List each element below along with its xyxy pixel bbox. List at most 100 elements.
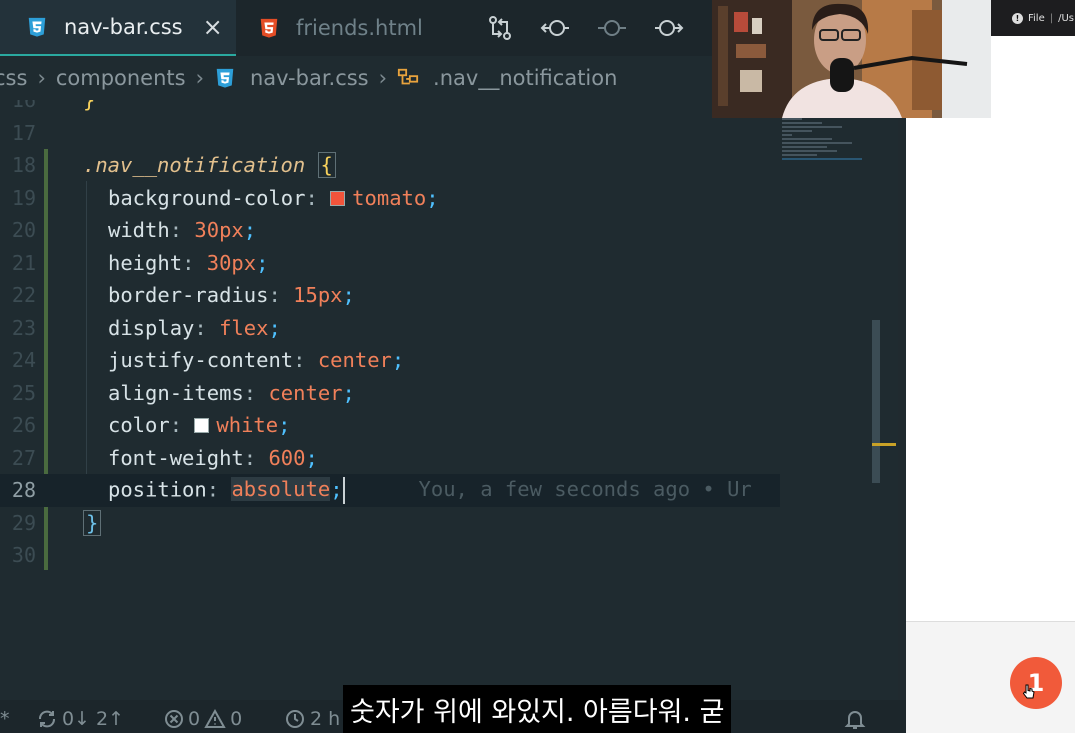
code-line: 26 color: white; xyxy=(0,409,780,442)
warning-count: 0 xyxy=(230,708,243,730)
css-value: 600 xyxy=(268,445,306,470)
go-forward-icon[interactable] xyxy=(653,14,685,42)
css-property: display xyxy=(108,315,195,340)
breadcrumb-item-components[interactable]: components xyxy=(56,66,186,90)
video-subtitle: 숫자가 위에 와있지. 아름다워. 굳 xyxy=(343,685,732,733)
line-number: 20 xyxy=(11,218,36,243)
css-selector: .nav__notification xyxy=(83,153,306,178)
status-timeline[interactable]: 2 h xyxy=(284,708,340,730)
css-property: position xyxy=(108,477,207,502)
css-value: 15px xyxy=(293,283,343,308)
presenter-video xyxy=(712,0,991,118)
close-brace: } xyxy=(83,509,102,536)
code-line: 24 justify-content: center; xyxy=(0,344,780,377)
css-value: center xyxy=(317,348,392,373)
css-property: justify-content xyxy=(108,348,294,373)
address-bar[interactable]: ! File | /Us xyxy=(990,0,1075,36)
status-problems[interactable]: 0 0 xyxy=(164,708,242,730)
status-item-star: * xyxy=(0,708,10,730)
line-number: 17 xyxy=(11,120,36,145)
css-value: center xyxy=(268,380,343,405)
mouse-cursor-icon xyxy=(1022,684,1035,699)
css-property: font-weight xyxy=(108,445,244,470)
line-number: 23 xyxy=(11,315,36,340)
code-text: } xyxy=(83,100,96,113)
address-label: File xyxy=(1028,12,1045,24)
tab-friends-html[interactable]: friends.html xyxy=(258,0,423,56)
compare-changes-icon[interactable] xyxy=(486,14,514,42)
css-declaration: height: 30px; xyxy=(108,250,269,275)
css-property: border-radius xyxy=(108,283,269,308)
css-declaration: justify-content: center; xyxy=(108,348,405,373)
code-editor[interactable]: 16 } 17 18 .nav__notification { 19 backg… xyxy=(0,100,900,700)
css-declaration: background-color: tomato; xyxy=(108,185,439,210)
line-number: 28 xyxy=(11,478,36,503)
css-value: flex xyxy=(219,315,269,340)
breadcrumb-item-file[interactable]: nav-bar.css xyxy=(214,66,369,90)
css-property: color xyxy=(108,413,170,438)
code-line: 25 align-items: center; xyxy=(0,377,780,410)
error-count: 0 xyxy=(188,708,201,730)
breadcrumb-file-label: nav-bar.css xyxy=(250,66,369,90)
code-line: 29 } xyxy=(0,507,780,540)
text-caret xyxy=(342,476,345,504)
color-swatch-icon[interactable] xyxy=(194,418,210,434)
line-number: 18 xyxy=(11,153,36,178)
line-number: 30 xyxy=(11,543,36,568)
git-blame-annotation: You, a few seconds ago • Ur xyxy=(418,477,752,502)
code-line: 27 font-weight: 600; xyxy=(0,442,780,475)
close-icon[interactable]: × xyxy=(203,15,223,39)
css-declaration: width: 30px; xyxy=(108,218,257,243)
line-number: 29 xyxy=(11,510,36,535)
status-sync[interactable]: 0↓ 2↑ xyxy=(36,708,124,730)
sync-count: 0↓ 2↑ xyxy=(62,708,125,730)
code-line: 22 border-radius: 15px; xyxy=(0,279,780,312)
tab-label: nav-bar.css xyxy=(64,15,183,39)
scrollbar-thumb[interactable] xyxy=(872,320,880,483)
breadcrumb-selector-label: .nav__notification xyxy=(433,66,618,90)
line-number: 24 xyxy=(11,348,36,373)
css-property: background-color xyxy=(108,185,306,210)
breadcrumb-item-selector[interactable]: .nav__notification xyxy=(397,66,617,90)
code-line: 20 width: 30px; xyxy=(0,214,780,247)
notifications-bell[interactable] xyxy=(844,708,866,730)
code-line: 17 xyxy=(0,117,780,150)
tab-nav-bar-css[interactable]: nav-bar.css × xyxy=(0,0,236,56)
css-value: 30px xyxy=(194,218,244,243)
line-number: 16 xyxy=(11,100,36,113)
code-text: .nav__notification { xyxy=(83,152,336,179)
css-declaration: align-items: center; xyxy=(108,380,355,405)
warning-icon xyxy=(204,709,226,728)
chevron-right-icon: › xyxy=(378,66,388,90)
editor-actions xyxy=(486,0,685,56)
code-line: 30 xyxy=(0,539,780,572)
css-value: white xyxy=(216,413,279,438)
line-number: 21 xyxy=(11,250,36,275)
color-swatch-icon[interactable] xyxy=(330,190,346,206)
css-file-icon xyxy=(216,68,234,88)
css-property: width xyxy=(108,218,170,243)
editor-tab-bar: nav-bar.css × friends.html xyxy=(0,0,712,56)
chevron-right-icon: › xyxy=(37,66,46,90)
code-line: 19 background-color: tomato; xyxy=(0,182,780,215)
history-icon xyxy=(286,710,304,728)
line-number: 25 xyxy=(11,380,36,405)
line-number: 22 xyxy=(11,283,36,308)
minimap[interactable] xyxy=(782,118,874,188)
css-value: tomato xyxy=(352,185,427,210)
code-line: 23 display: flex; xyxy=(0,312,780,345)
tab-label: friends.html xyxy=(296,16,423,40)
go-back-icon[interactable] xyxy=(539,14,571,42)
html-file-icon xyxy=(260,18,278,38)
open-brace: { xyxy=(317,152,336,179)
commit-icon[interactable] xyxy=(596,14,628,42)
breadcrumb-item-css[interactable]: css xyxy=(0,66,27,90)
status-time: 2 h xyxy=(310,708,341,730)
notification-badge[interactable]: 1 xyxy=(1010,657,1062,709)
address-path: /Us xyxy=(1058,12,1075,24)
line-number: 19 xyxy=(11,185,36,210)
scrollbar-marker xyxy=(872,443,896,446)
error-icon xyxy=(165,710,183,728)
css-property: align-items xyxy=(108,380,244,405)
chevron-right-icon: › xyxy=(195,66,204,90)
